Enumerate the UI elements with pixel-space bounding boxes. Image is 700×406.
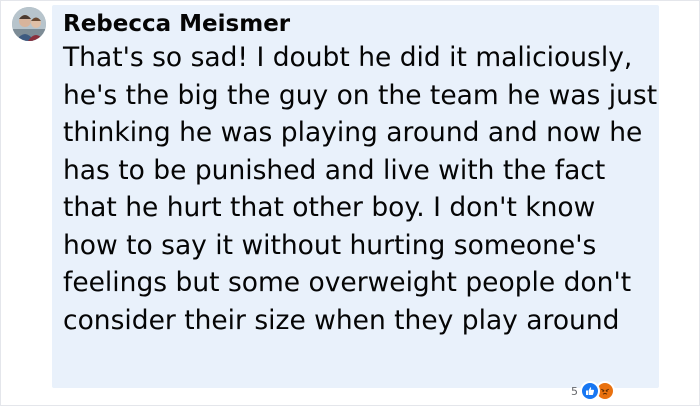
like-icon <box>580 381 600 401</box>
comment-card: Rebecca Meismer That's so sad! I doubt h… <box>0 0 700 406</box>
avatar[interactable] <box>12 7 46 41</box>
profile-photo-icon <box>12 7 46 41</box>
reaction-summary[interactable]: 5 <box>571 381 615 401</box>
comment-bubble: Rebecca Meismer That's so sad! I doubt h… <box>52 5 659 388</box>
comment-author[interactable]: Rebecca Meismer <box>63 11 290 37</box>
reaction-count: 5 <box>571 384 578 398</box>
comment-text: That's so sad! I doubt he did it malicio… <box>63 42 658 336</box>
